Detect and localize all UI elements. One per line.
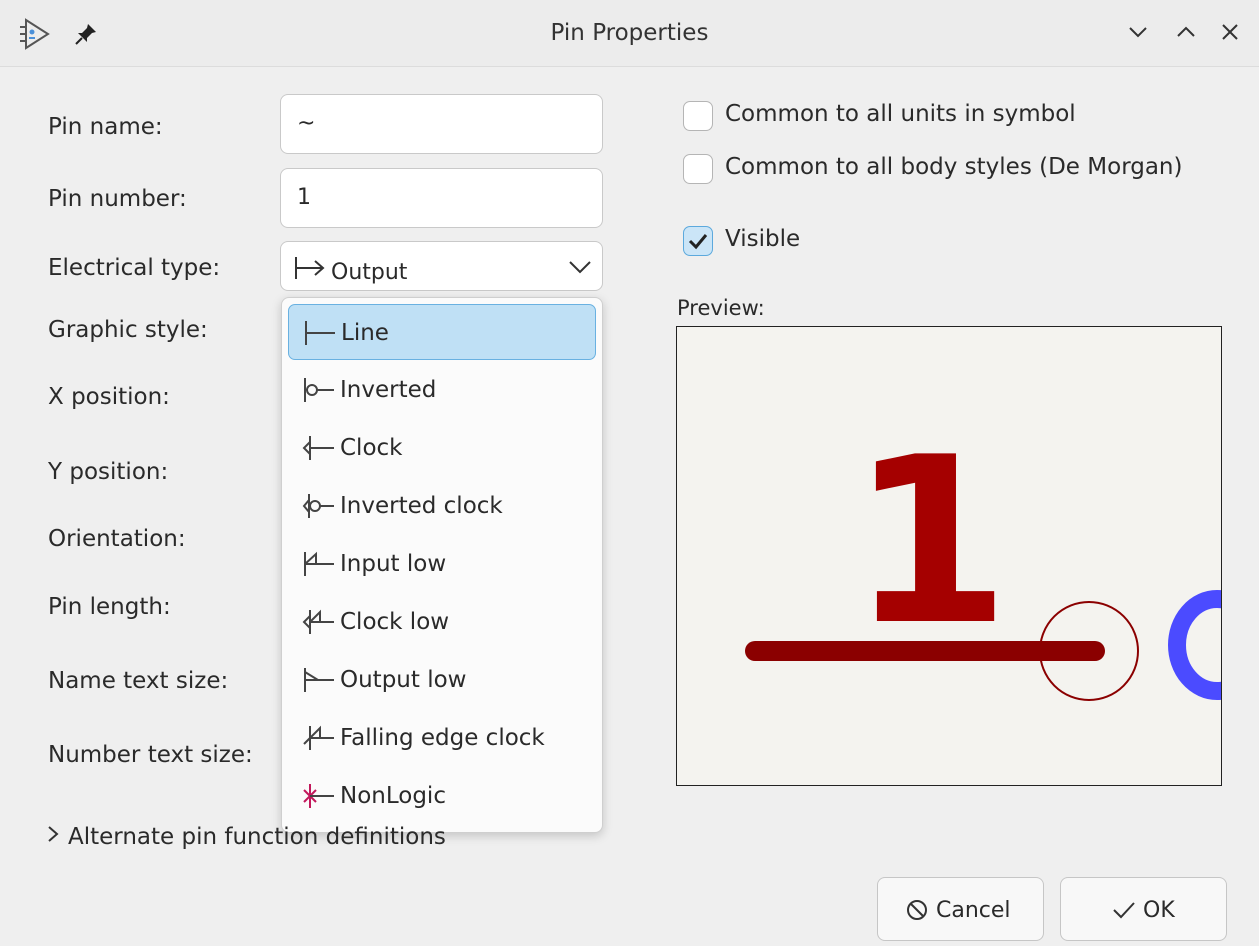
pin-number-label: Pin number: xyxy=(48,186,187,212)
electrical-type-value: Output xyxy=(331,260,408,285)
option-inverted-clock[interactable]: Inverted clock xyxy=(288,478,596,534)
checkmark-icon xyxy=(688,234,708,250)
option-inverted[interactable]: Inverted xyxy=(288,362,596,418)
minimize-button[interactable] xyxy=(1124,18,1152,46)
title-bar: Pin Properties xyxy=(0,0,1259,67)
cancel-icon xyxy=(905,898,929,928)
preview-pin-name-glyph xyxy=(1168,590,1221,700)
option-label: Inverted xyxy=(340,377,437,403)
inverted-clock-pin-icon xyxy=(302,492,336,524)
window-title: Pin Properties xyxy=(550,20,709,46)
option-output-low[interactable]: Output low xyxy=(288,652,596,708)
option-clock[interactable]: Clock xyxy=(288,420,596,476)
clock-pin-icon xyxy=(302,434,336,466)
x-position-label: X position: xyxy=(48,384,170,410)
line-pin-icon xyxy=(303,319,337,351)
chevron-down-icon xyxy=(568,256,592,280)
cancel-button[interactable]: Cancel xyxy=(877,877,1044,941)
preview-label: Preview: xyxy=(677,296,765,320)
graphic-style-dropdown: Line Inverted Clock Inverted clock Input… xyxy=(281,297,603,833)
option-clock-low[interactable]: Clock low xyxy=(288,594,596,650)
pin-number-value: 1 xyxy=(297,185,311,210)
option-nonlogic[interactable]: NonLogic xyxy=(288,768,596,824)
option-label: Clock low xyxy=(340,609,450,635)
output-type-icon xyxy=(293,255,327,285)
orientation-label: Orientation: xyxy=(48,526,186,552)
number-text-size-label: Number text size: xyxy=(48,742,253,768)
alternate-pin-functions-expander[interactable]: Alternate pin function definitions xyxy=(46,824,446,850)
visible-label: Visible xyxy=(725,226,801,252)
close-button[interactable] xyxy=(1216,18,1244,46)
pin-preview-canvas: 1 xyxy=(676,326,1222,786)
option-label: Line xyxy=(341,320,389,346)
visible-checkbox[interactable] xyxy=(683,226,713,256)
common-units-label: Common to all units in symbol xyxy=(725,101,1076,127)
option-input-low[interactable]: Input low xyxy=(288,536,596,592)
cancel-label: Cancel xyxy=(936,898,1011,923)
maximize-button[interactable] xyxy=(1172,18,1200,46)
name-text-size-label: Name text size: xyxy=(48,668,229,694)
pin-name-label: Pin name: xyxy=(48,114,163,140)
ok-button[interactable]: OK xyxy=(1060,877,1227,941)
option-label: Output low xyxy=(340,667,467,693)
input-low-pin-icon xyxy=(302,550,336,582)
nonlogic-pin-icon xyxy=(302,782,336,814)
electrical-type-label: Electrical type: xyxy=(48,255,221,281)
ok-label: OK xyxy=(1143,898,1175,923)
option-label: Clock xyxy=(340,435,403,461)
pin-length-label: Pin length: xyxy=(48,594,171,620)
pin-name-value: ~ xyxy=(297,111,316,136)
output-low-pin-icon xyxy=(302,666,336,698)
pin-number-input[interactable]: 1 xyxy=(280,168,603,228)
graphic-style-label: Graphic style: xyxy=(48,317,208,343)
option-label: Input low xyxy=(340,551,447,577)
inverted-pin-icon xyxy=(302,376,336,408)
electrical-type-select[interactable]: Output xyxy=(280,241,603,291)
checkmark-icon xyxy=(1111,898,1137,928)
falling-edge-clock-pin-icon xyxy=(302,724,336,756)
option-falling-edge-clock[interactable]: Falling edge clock xyxy=(288,710,596,766)
common-body-styles-label: Common to all body styles (De Morgan) xyxy=(725,154,1183,180)
option-label: Falling edge clock xyxy=(340,725,545,751)
option-line[interactable]: Line xyxy=(288,304,596,360)
clock-low-pin-icon xyxy=(302,608,336,640)
common-body-styles-checkbox[interactable] xyxy=(683,154,713,184)
chevron-right-icon xyxy=(46,824,60,850)
option-label: NonLogic xyxy=(340,783,446,809)
alternate-pin-functions-label: Alternate pin function definitions xyxy=(68,824,446,850)
y-position-label: Y position: xyxy=(48,459,169,485)
pin-name-input[interactable]: ~ xyxy=(280,94,603,154)
option-label: Inverted clock xyxy=(340,493,503,519)
common-units-checkbox[interactable] xyxy=(683,101,713,131)
preview-pin-number: 1 xyxy=(850,409,1010,676)
